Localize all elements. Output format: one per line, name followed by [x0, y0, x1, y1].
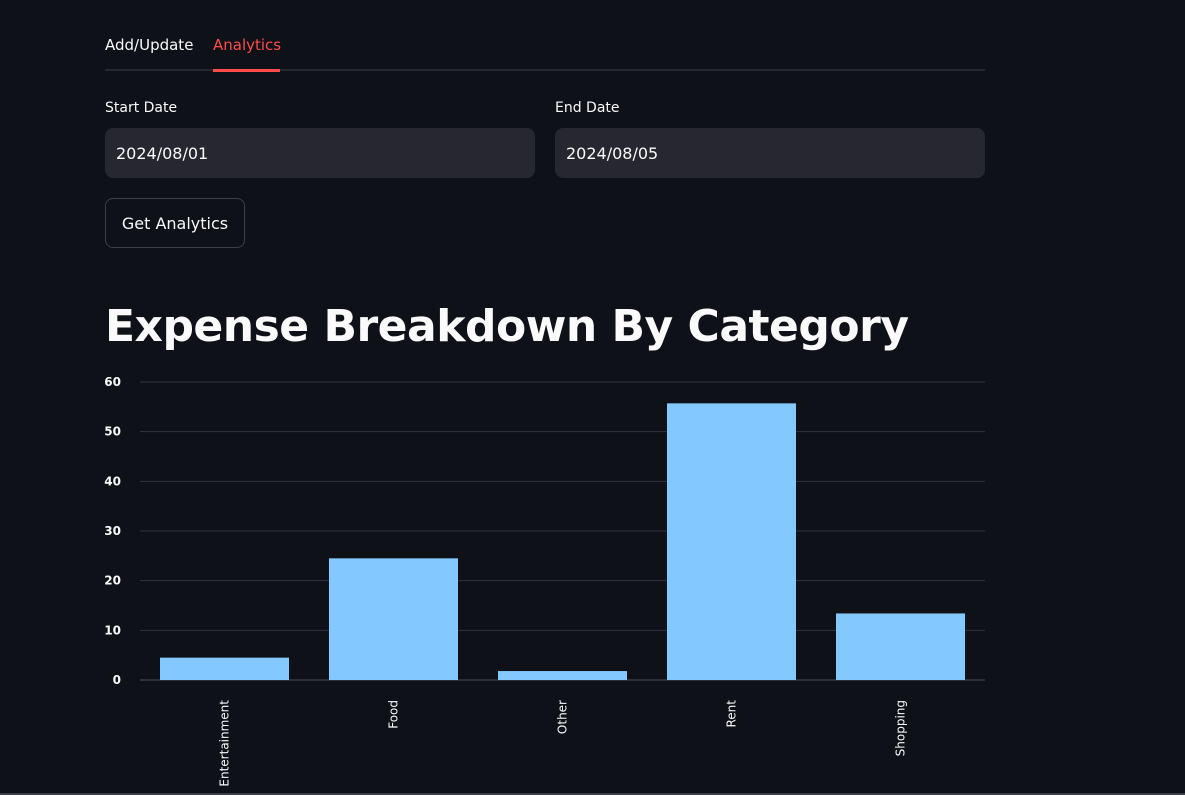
y-tick-label: 10 — [104, 623, 121, 637]
app-root: Add/Update Analytics Start Date End Date… — [0, 0, 1185, 795]
bar-other — [498, 671, 627, 680]
bar-entertainment — [160, 657, 289, 680]
expense-bar-chart: 0 10 20 30 40 50 60 Entertainment Food Other Rent S… — [104, 375, 985, 787]
y-tick-label: 60 — [104, 375, 121, 389]
y-tick-label: 50 — [104, 425, 121, 439]
y-tick-label: 0 — [113, 673, 121, 687]
x-tick-label: Rent — [725, 700, 739, 728]
x-tick-label: Food — [387, 700, 401, 729]
x-tick-label: Entertainment — [218, 700, 232, 787]
y-tick-label: 40 — [104, 474, 121, 488]
x-tick-label: Other — [556, 700, 570, 734]
bar-food — [329, 558, 458, 680]
y-tick-label: 30 — [104, 524, 121, 538]
bar-shopping — [836, 613, 965, 680]
y-tick-label: 20 — [104, 574, 121, 588]
x-tick-label: Shopping — [894, 700, 908, 756]
bar-rent — [667, 403, 796, 680]
